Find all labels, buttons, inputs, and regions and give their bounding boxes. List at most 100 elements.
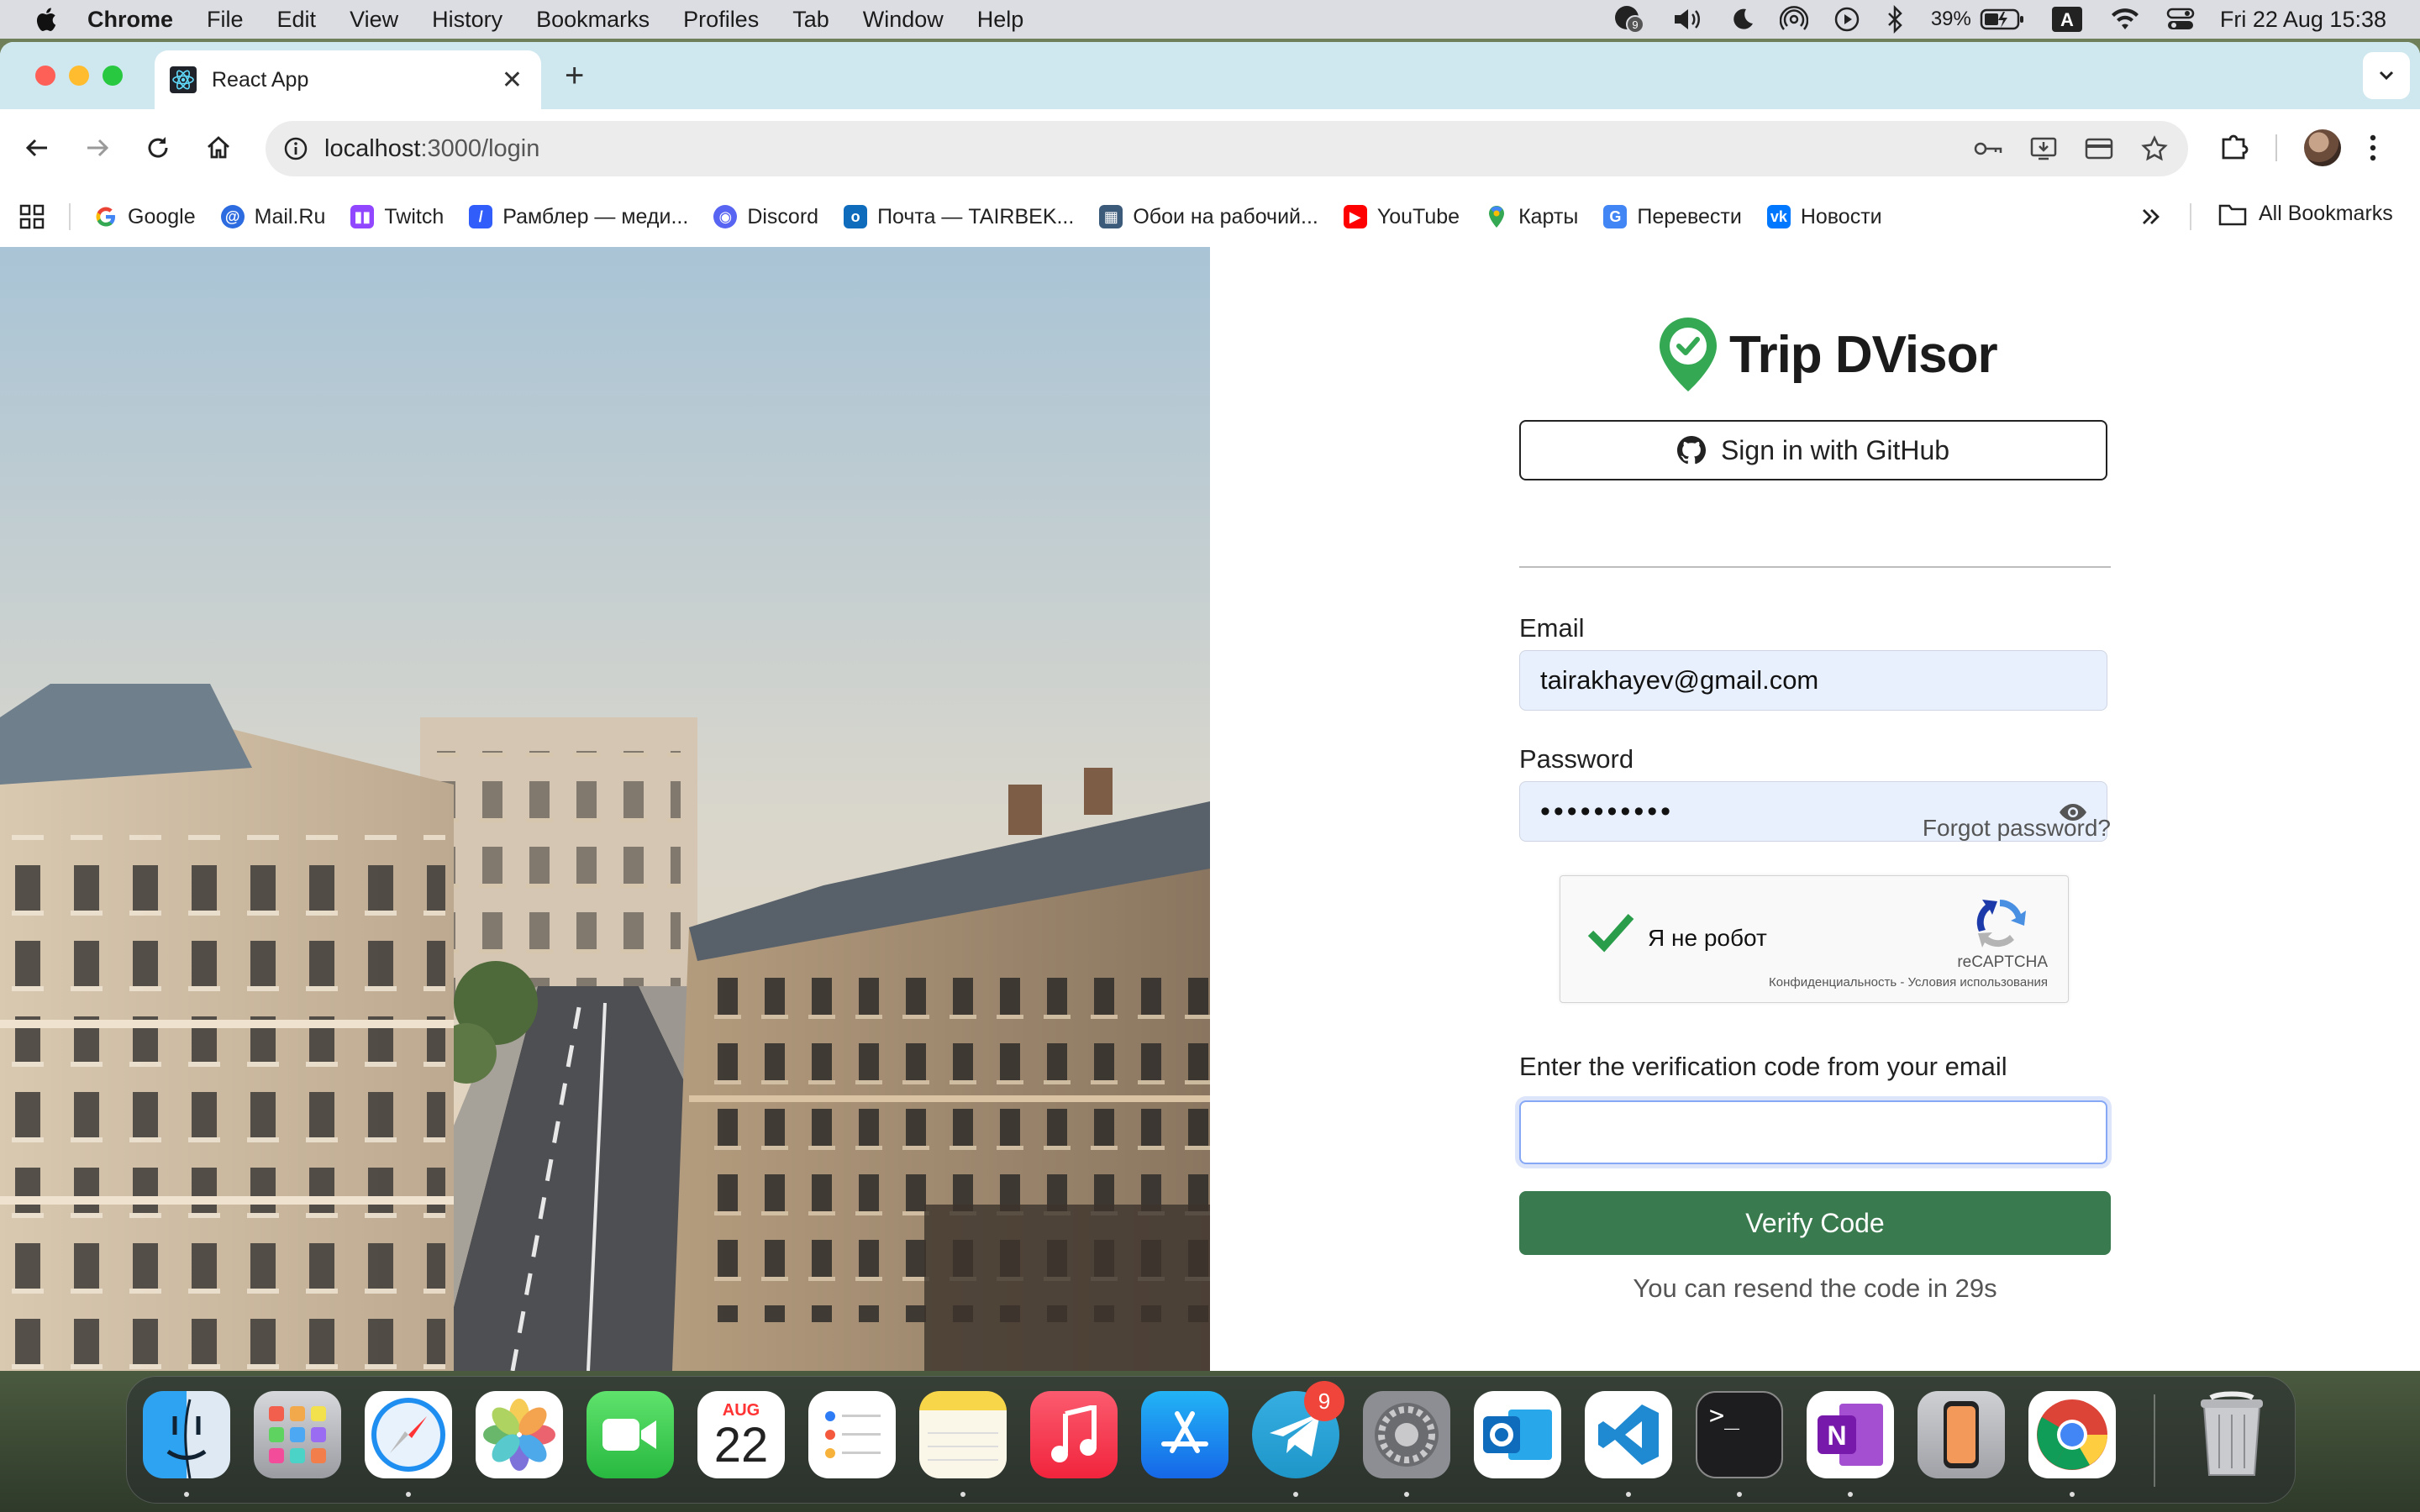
onenote-icon[interactable]: N bbox=[1807, 1391, 1894, 1478]
bookmark-rambler[interactable]: / Рамблер — меди... bbox=[469, 205, 688, 229]
recaptcha-logo-icon bbox=[1972, 895, 2028, 954]
window-zoom-button[interactable] bbox=[103, 66, 123, 86]
outlook-app-icon[interactable] bbox=[1474, 1391, 1561, 1478]
tab-react-app[interactable]: React App ✕ bbox=[155, 50, 541, 109]
city-street-photo bbox=[0, 247, 1210, 1371]
more-bookmarks-chevron-icon[interactable] bbox=[2139, 205, 2163, 234]
tab-close-icon[interactable]: ✕ bbox=[502, 66, 523, 95]
bookmark-google[interactable]: Google bbox=[94, 205, 196, 229]
captcha-checkmark-icon[interactable] bbox=[1586, 910, 1636, 958]
bookmark-outlook-mail[interactable]: o Почта — TAIRBEK... bbox=[844, 205, 1074, 229]
extensions-icon[interactable] bbox=[2217, 129, 2250, 167]
home-button[interactable] bbox=[202, 131, 235, 165]
menubar-clock[interactable]: Fri 22 Aug 15:38 bbox=[2220, 7, 2386, 33]
notification-count: 9 bbox=[1632, 18, 1638, 31]
tab-title: React App bbox=[212, 67, 309, 92]
payment-card-icon[interactable] bbox=[2082, 132, 2116, 165]
system-settings-icon[interactable] bbox=[1363, 1391, 1450, 1478]
window-minimize-button[interactable] bbox=[69, 66, 89, 86]
app-store-icon[interactable] bbox=[1141, 1391, 1228, 1478]
trash-icon[interactable] bbox=[2188, 1391, 2275, 1478]
bookmark-label: Почта — TAIRBEK... bbox=[877, 204, 1075, 228]
captcha-label: Я не робот bbox=[1648, 925, 1767, 951]
new-tab-button[interactable]: + bbox=[565, 59, 584, 92]
focus-moon-icon[interactable] bbox=[1729, 7, 1754, 32]
menu-profiles[interactable]: Profiles bbox=[683, 7, 759, 33]
airdrop-icon[interactable] bbox=[1779, 5, 1808, 34]
address-bar[interactable]: localhost:3000/login bbox=[266, 121, 2188, 176]
finder-icon[interactable] bbox=[143, 1391, 230, 1478]
bookmark-twitch[interactable]: ▮▮ Twitch bbox=[350, 205, 444, 229]
reminders-icon[interactable] bbox=[808, 1391, 896, 1478]
verification-code-input[interactable] bbox=[1519, 1100, 2107, 1164]
address-bar-actions bbox=[1949, 132, 2171, 165]
recaptcha-terms-links[interactable]: Конфиденциальность - Условия использован… bbox=[1769, 975, 2048, 990]
bookmark-discord[interactable]: ◉ Discord bbox=[713, 205, 818, 229]
forgot-password-link[interactable]: Forgot password? bbox=[1923, 815, 2111, 842]
password-key-icon[interactable] bbox=[1971, 132, 2005, 165]
input-source[interactable]: A bbox=[2050, 5, 2084, 34]
wifi-icon[interactable] bbox=[2109, 7, 2141, 32]
music-icon[interactable] bbox=[1030, 1391, 1118, 1478]
bookmark-translate[interactable]: G Перевести bbox=[1603, 205, 1742, 229]
bookmark-mailru[interactable]: @ Mail.Ru bbox=[220, 205, 325, 229]
bookmark-label: Рамблер — меди... bbox=[502, 204, 689, 228]
menu-bookmarks[interactable]: Bookmarks bbox=[536, 7, 650, 33]
verify-code-button[interactable]: Verify Code bbox=[1519, 1191, 2111, 1255]
menu-help[interactable]: Help bbox=[977, 7, 1024, 33]
calendar-icon[interactable]: AUG 22 bbox=[697, 1391, 785, 1478]
safari-icon[interactable] bbox=[365, 1391, 452, 1478]
notification-center-icon[interactable]: 9 bbox=[1613, 4, 1647, 34]
wallpaper-icon: ▦ bbox=[1099, 205, 1123, 228]
telegram-badge: 9 bbox=[1304, 1381, 1344, 1421]
install-app-icon[interactable] bbox=[2027, 132, 2060, 165]
notes-running-dot bbox=[960, 1492, 965, 1497]
telegram-running-dot bbox=[1293, 1492, 1298, 1497]
iphone-mirroring-icon[interactable] bbox=[1918, 1391, 2005, 1478]
profile-avatar[interactable] bbox=[2304, 129, 2341, 166]
email-field[interactable]: tairakhayev@gmail.com bbox=[1519, 650, 2107, 711]
bookmark-star-icon[interactable] bbox=[2138, 132, 2171, 165]
github-signin-button[interactable]: Sign in with GitHub bbox=[1519, 420, 2107, 480]
bookmark-maps[interactable]: Карты bbox=[1485, 205, 1578, 229]
notes-icon[interactable] bbox=[919, 1391, 1007, 1478]
vscode-icon[interactable] bbox=[1585, 1391, 1672, 1478]
back-button[interactable] bbox=[20, 131, 54, 165]
forward-button[interactable] bbox=[81, 131, 114, 165]
volume-icon[interactable] bbox=[1672, 7, 1704, 32]
menu-tab[interactable]: Tab bbox=[792, 7, 829, 33]
menu-edit[interactable]: Edit bbox=[277, 7, 317, 33]
bookmark-wallpapers[interactable]: ▦ Обои на рабочий... bbox=[1099, 205, 1318, 229]
github-icon bbox=[1676, 436, 1706, 465]
facetime-icon[interactable] bbox=[587, 1391, 674, 1478]
bookmark-youtube[interactable]: ▶ YouTube bbox=[1343, 205, 1460, 229]
more-menu-icon[interactable] bbox=[2368, 131, 2378, 169]
apple-icon[interactable] bbox=[34, 6, 57, 33]
battery-status[interactable]: 39% bbox=[1931, 8, 2025, 31]
menu-history[interactable]: History bbox=[432, 7, 502, 33]
reload-button[interactable] bbox=[141, 131, 175, 165]
chrome-icon[interactable] bbox=[2028, 1391, 2116, 1478]
bookmark-label: Discord bbox=[747, 204, 819, 228]
bookmark-label: Обои на рабочий... bbox=[1133, 204, 1318, 228]
all-bookmarks-button[interactable]: All Bookmarks bbox=[2218, 202, 2393, 226]
menu-window[interactable]: Window bbox=[863, 7, 944, 33]
terminal-icon[interactable]: >_ bbox=[1696, 1391, 1783, 1478]
bookmark-vk-news[interactable]: vk Новости bbox=[1766, 205, 1882, 229]
site-info-icon[interactable] bbox=[279, 132, 313, 165]
window-close-button[interactable] bbox=[35, 66, 55, 86]
menu-app-chrome[interactable]: Chrome bbox=[87, 7, 173, 33]
chrome-running-dot bbox=[2070, 1492, 2075, 1497]
apps-grid-icon[interactable] bbox=[18, 203, 45, 230]
now-playing-icon[interactable] bbox=[1833, 6, 1860, 33]
photos-icon[interactable] bbox=[476, 1391, 563, 1478]
launchpad-icon[interactable] bbox=[254, 1391, 341, 1478]
bluetooth-icon[interactable] bbox=[1886, 5, 1906, 34]
tab-search-button[interactable] bbox=[2363, 52, 2410, 99]
maps-icon bbox=[1485, 205, 1508, 228]
menu-file[interactable]: File bbox=[207, 7, 244, 33]
menu-view[interactable]: View bbox=[350, 7, 398, 33]
tab-strip: React App ✕ + bbox=[0, 42, 2420, 109]
discord-icon: ◉ bbox=[713, 205, 738, 228]
control-center-icon[interactable] bbox=[2166, 7, 2195, 32]
